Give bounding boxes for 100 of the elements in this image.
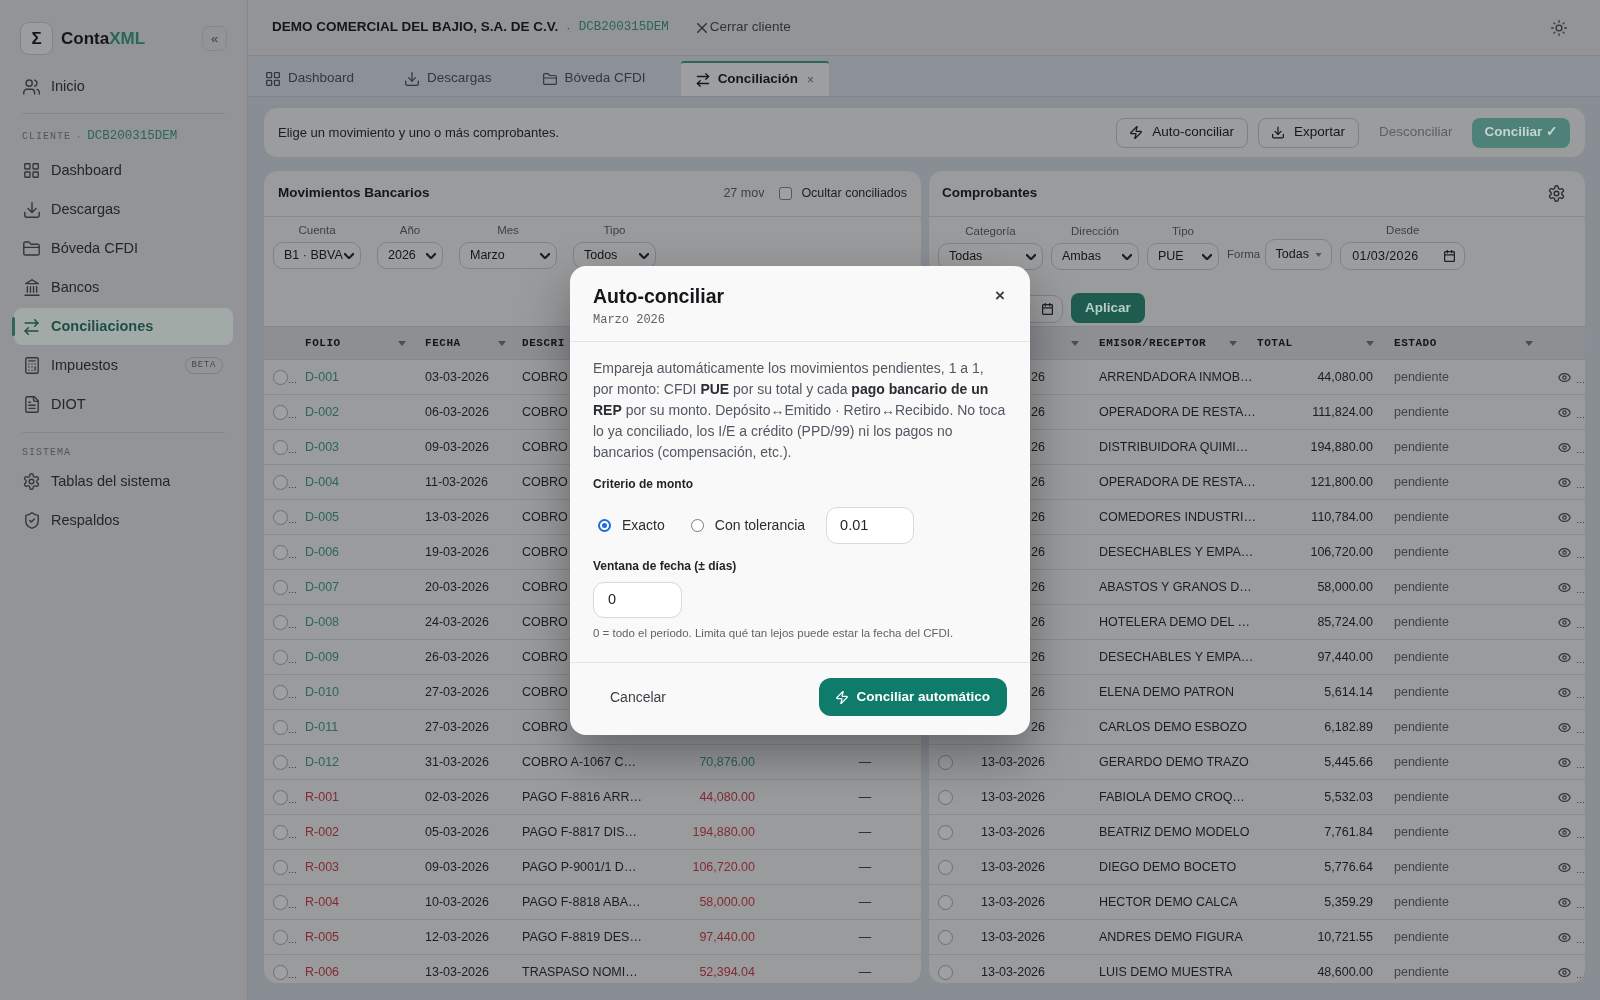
row-radio[interactable] <box>273 369 288 385</box>
close-button[interactable]: × <box>991 285 1009 307</box>
tab-close-button[interactable]: × <box>806 70 814 89</box>
tab[interactable]: Dashboard <box>250 61 390 96</box>
eye-icon[interactable] <box>1558 687 1571 697</box>
row-radio[interactable] <box>273 439 288 455</box>
days-input[interactable]: 0 <box>593 582 682 618</box>
nav-item[interactable]: Inicio <box>14 68 233 105</box>
nav-item[interactable]: Impuestos BETA <box>14 347 233 384</box>
auto-reconcile-button[interactable]: Auto-conciliar <box>1116 117 1248 148</box>
shield-icon <box>24 512 39 529</box>
row-radio[interactable] <box>273 754 288 770</box>
row-radio[interactable] <box>938 859 953 875</box>
amount-cell: 10,721.55 <box>1317 929 1373 944</box>
eye-icon[interactable] <box>1558 967 1571 977</box>
row-radio[interactable] <box>273 649 288 665</box>
nav-item[interactable]: Tablas del sistema <box>14 463 233 500</box>
row-radio[interactable] <box>273 684 288 700</box>
row-radio[interactable] <box>273 544 288 560</box>
nav-item[interactable]: Dashboard <box>14 152 233 189</box>
tab[interactable]: Descargas <box>389 61 527 96</box>
eye-icon[interactable] <box>1558 442 1571 452</box>
status-cell: pendiente <box>1394 404 1449 419</box>
status-cell: pendiente <box>1394 789 1449 804</box>
date-cell: 31-03-2026 <box>425 754 489 769</box>
settings-icon[interactable] <box>1548 185 1565 202</box>
tab[interactable]: Bóveda CFDI <box>526 61 681 96</box>
close-client-button[interactable]: Cerrar cliente <box>696 17 791 38</box>
eye-icon[interactable] <box>1558 862 1571 872</box>
nav-item[interactable]: Bancos <box>14 269 233 306</box>
eye-icon[interactable] <box>1558 477 1571 487</box>
row-radio[interactable] <box>938 929 953 945</box>
select-field[interactable]: PUE <box>1147 243 1219 270</box>
eye-icon[interactable] <box>1558 512 1571 522</box>
select-field[interactable]: B1 · BBVA <box>273 242 361 269</box>
nav-item[interactable]: Conciliaciones <box>14 308 233 345</box>
nav-item[interactable]: Descargas <box>14 191 233 228</box>
select-field[interactable]: Marzo <box>459 242 557 269</box>
checkbox-option[interactable]: Ocultar conciliados <box>779 184 907 203</box>
status-cell: — <box>858 929 872 944</box>
amount-cell: 48,600.00 <box>1317 964 1373 979</box>
download-icon <box>405 71 420 86</box>
row-radio[interactable] <box>273 859 288 875</box>
eye-icon[interactable] <box>1558 372 1571 382</box>
nav-item[interactable]: DIOT <box>14 386 233 423</box>
collapse-button[interactable]: « <box>202 26 227 51</box>
tolerance-input[interactable]: 0.01 <box>826 507 915 544</box>
eye-icon[interactable] <box>1558 827 1571 837</box>
row-radio[interactable] <box>273 614 288 630</box>
export-button[interactable]: Exportar <box>1257 117 1359 148</box>
select-field[interactable]: Ambas <box>1051 243 1139 270</box>
row-radio[interactable] <box>273 789 288 805</box>
row-radio[interactable] <box>273 579 288 595</box>
tab[interactable]: Conciliación × <box>680 61 829 96</box>
column-header[interactable]: FECHA <box>425 334 461 352</box>
eye-icon[interactable] <box>1558 897 1571 907</box>
row-radio[interactable] <box>938 824 953 840</box>
radio-option[interactable]: Exacto <box>598 515 665 536</box>
apply-button[interactable]: Aplicar <box>1071 293 1145 323</box>
row-radio[interactable] <box>273 404 288 420</box>
row-radio[interactable] <box>273 964 288 980</box>
eye-icon[interactable] <box>1558 932 1571 942</box>
column-header[interactable]: FOLIO <box>305 334 341 352</box>
column-header[interactable]: EMISOR/RECEPTOR <box>1099 334 1207 352</box>
row-radio[interactable] <box>938 894 953 910</box>
row-radio[interactable] <box>273 824 288 840</box>
eye-icon[interactable] <box>1558 792 1571 802</box>
cancel-button[interactable]: Cancelar <box>593 678 684 716</box>
dropdown-field[interactable]: Todas <box>1265 239 1333 270</box>
row-radio[interactable] <box>273 719 288 735</box>
row-radio[interactable] <box>273 474 288 490</box>
row-radio[interactable] <box>273 509 288 525</box>
select-field[interactable]: 2026 <box>377 242 443 269</box>
eye-icon[interactable] <box>1558 757 1571 767</box>
eye-icon[interactable] <box>1558 407 1571 417</box>
date-cell: 26 <box>1031 509 1045 524</box>
row-radio[interactable] <box>938 754 953 770</box>
amount-cell: 58,000.00 <box>699 894 755 909</box>
row-radio[interactable] <box>273 894 288 910</box>
eye-icon[interactable] <box>1558 582 1571 592</box>
column-header[interactable]: ESTADO <box>1394 334 1437 352</box>
row-radio[interactable] <box>938 789 953 805</box>
nav-item[interactable]: Respaldos <box>14 502 233 539</box>
eye-icon[interactable] <box>1558 652 1571 662</box>
checkbox[interactable] <box>779 187 793 200</box>
radio-option[interactable]: Con tolerancia <box>690 515 806 536</box>
date-cell: 09-03-2026 <box>425 439 489 454</box>
column-header[interactable]: TOTAL <box>1257 334 1293 352</box>
auto-reconcile-button[interactable]: Conciliar automático <box>819 678 1007 716</box>
sun-icon[interactable] <box>1551 19 1567 36</box>
eye-icon[interactable] <box>1558 722 1571 732</box>
nav-item[interactable]: Bóveda CFDI <box>14 230 233 267</box>
eye-icon[interactable] <box>1558 547 1571 557</box>
date-field[interactable]: 01/03/2026 <box>1340 242 1466 270</box>
filter-label: Mes <box>497 223 519 237</box>
column-header[interactable]: DESCRI <box>522 334 565 352</box>
row-radio[interactable] <box>273 929 288 945</box>
amount-cell: 111,824.00 <box>1312 404 1373 419</box>
eye-icon[interactable] <box>1558 617 1571 627</box>
row-radio[interactable] <box>938 964 953 980</box>
